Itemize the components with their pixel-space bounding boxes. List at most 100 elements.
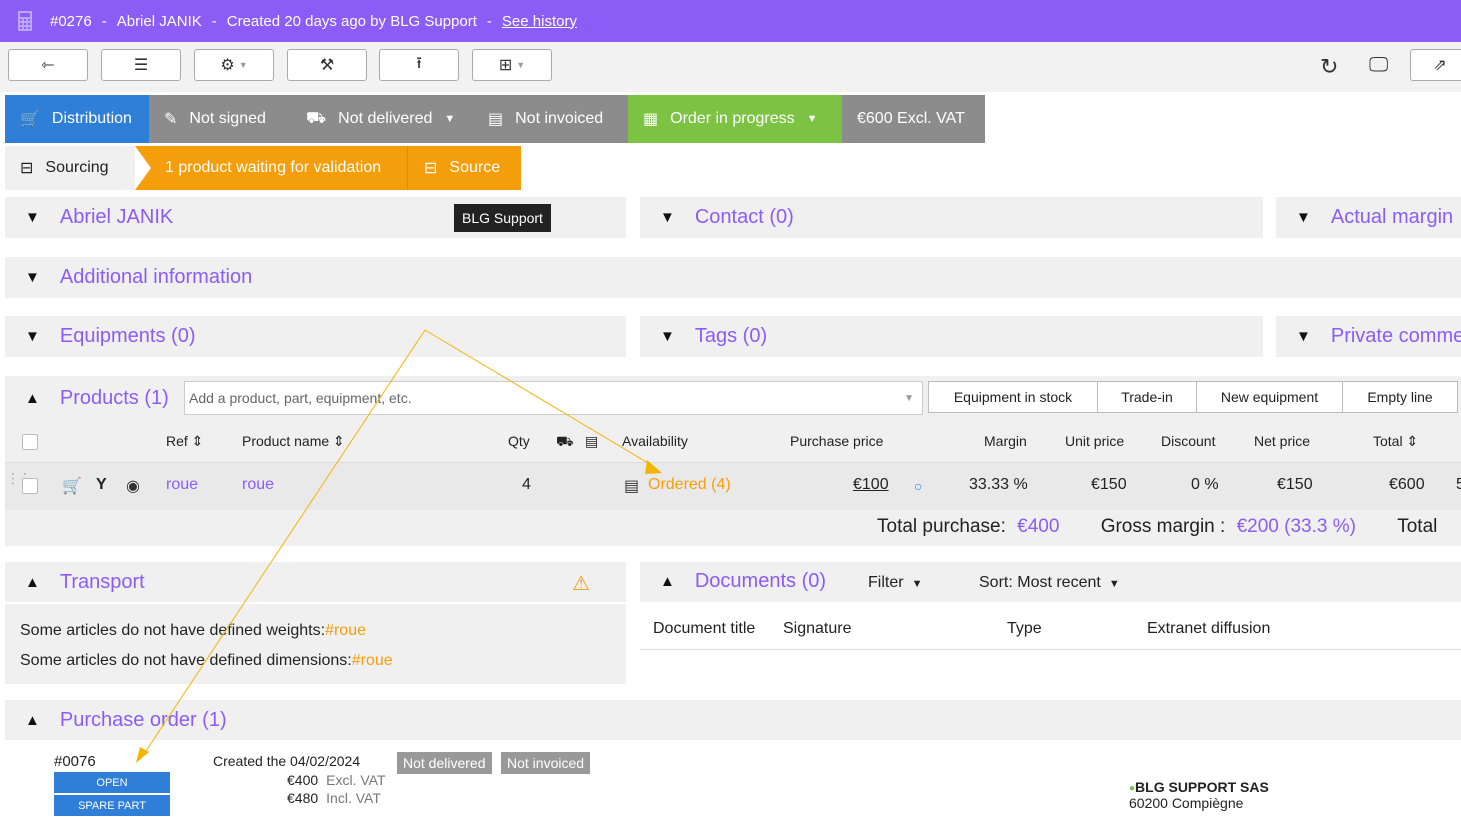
private-comments-header[interactable]: ▼ Private comme: [1276, 316, 1461, 357]
documents-sort[interactable]: Sort: Most recent ▼: [979, 574, 1120, 592]
table-row: [5, 462, 1461, 510]
product-search-input[interactable]: Add a product, part, equipment, etc. ▼: [184, 381, 923, 415]
purchase-order-header[interactable]: ▲ Purchase order (1): [5, 700, 227, 740]
col-total[interactable]: Total ⇕: [1373, 433, 1418, 450]
cart-icon: 🛒: [20, 111, 40, 128]
purchase-order-created: Created the 04/02/2024: [213, 753, 361, 769]
col-unit-price: Unit price: [1065, 433, 1125, 449]
back-button[interactable]: ⇽: [8, 49, 88, 81]
arrowhead-purchase-order: [136, 747, 149, 763]
row-trailing-value: 5: [1456, 476, 1461, 493]
settings-menu-button[interactable]: ⚙ ▼: [194, 49, 274, 81]
transport-body: [5, 604, 626, 684]
contact-panel-header[interactable]: ▼ Contact (0): [640, 197, 794, 238]
invoice-icon: ▤: [488, 111, 504, 128]
margin-panel-header[interactable]: ▼ Actual margin: [1276, 197, 1461, 238]
delivery-column-icon: ⛟: [556, 433, 574, 449]
products-panel-header[interactable]: ▲ Products (1): [5, 378, 169, 418]
delivery-status[interactable]: ⛟ Not delivered ▼: [291, 95, 473, 143]
upload-icon: ⭱: [416, 54, 422, 72]
package-icon: ⊟: [424, 160, 438, 177]
calculator-icon: [16, 10, 34, 32]
order-status[interactable]: ▦ Order in progress ▼: [628, 95, 842, 143]
col-purchase-price: Purchase price: [790, 433, 884, 449]
collapse-triangle-icon: ▼: [660, 328, 675, 345]
waiting-validation-banner[interactable]: 1 product waiting for validation: [135, 146, 407, 190]
row-unit-price: €150: [1091, 476, 1127, 493]
chevron-down-icon: ▼: [911, 578, 923, 590]
trade-in-button[interactable]: Trade-in: [1097, 381, 1197, 413]
fork-icon[interactable]: Y: [96, 476, 107, 494]
col-discount: Discount: [1161, 433, 1216, 449]
tags-panel-header[interactable]: ▼ Tags (0): [640, 316, 767, 357]
row-total: €600: [1389, 476, 1425, 493]
chevron-down-icon: ▼: [516, 60, 526, 70]
client-panel-header[interactable]: ▼ Abriel JANIK: [5, 197, 173, 238]
not-delivered-badge: Not delivered: [397, 752, 492, 774]
col-signature: Signature: [783, 620, 852, 637]
row-availability[interactable]: Ordered (4): [648, 476, 731, 494]
roue-link[interactable]: #roue: [325, 622, 366, 639]
transport-panel-header[interactable]: ▲ Transport: [5, 562, 145, 602]
client-tooltip: BLG Support: [454, 204, 551, 232]
select-all-checkbox[interactable]: [22, 434, 38, 450]
spare-part-badge: SPARE PART: [54, 795, 170, 816]
additional-info-header[interactable]: ▼ Additional information: [5, 257, 252, 298]
row-purchase-price[interactable]: €100: [853, 476, 889, 494]
collapse-triangle-icon: ▼: [1296, 209, 1311, 226]
documents-panel-header[interactable]: ▲ Documents (0): [640, 560, 826, 602]
monitor-icon[interactable]: 🖵: [1369, 54, 1388, 77]
tools-button[interactable]: ⚒: [287, 49, 367, 81]
expand-triangle-icon: ▲: [660, 572, 675, 590]
invoice-status[interactable]: ▤ Not invoiced: [473, 95, 628, 143]
distribution-status[interactable]: 🛒 Distribution: [5, 95, 149, 143]
purchase-order-ref[interactable]: #0076: [54, 753, 96, 770]
empty-line-button[interactable]: Empty line: [1342, 381, 1458, 413]
row-discount: 0 %: [1191, 476, 1219, 493]
sourcing-bar: ⊟ Sourcing 1 product waiting for validati…: [5, 146, 521, 190]
not-invoiced-badge: Not invoiced: [501, 752, 591, 774]
row-net-price: €150: [1277, 476, 1313, 493]
purchase-circle-icon[interactable]: ○: [914, 478, 922, 494]
wrench-icon: ⚒: [319, 57, 335, 74]
status-bar: 🛒 Distribution ✎ Not signed ⛟ Not delivered…: [5, 95, 985, 143]
equipment-in-stock-button[interactable]: Equipment in stock: [928, 381, 1098, 413]
order-ref: #0276: [50, 12, 92, 30]
row-ref[interactable]: roue: [166, 476, 198, 494]
sourcing-label: ⊟ Sourcing: [5, 146, 135, 190]
new-equipment-button[interactable]: New equipment: [1196, 381, 1343, 413]
totals-row: Total purchase: €400 Gross margin : €200…: [877, 516, 1438, 537]
eye-icon[interactable]: ◉: [126, 476, 140, 496]
collapse-triangle-icon: ▼: [1296, 328, 1311, 345]
documents-table-header: [640, 604, 1461, 650]
col-qty: Qty: [508, 433, 530, 449]
see-history-link[interactable]: See history: [502, 13, 577, 30]
collapse-triangle-icon: ▼: [25, 328, 40, 345]
upload-button[interactable]: ⭱: [379, 49, 459, 81]
share-icon: ⇗: [1433, 57, 1447, 74]
invoice-column-icon: ▤: [585, 433, 599, 449]
chevron-down-icon: ▼: [238, 60, 248, 70]
col-availability: Availability: [622, 433, 688, 449]
col-ref[interactable]: Ref ⇕: [166, 433, 203, 450]
client-name: Abriel JANIK: [116, 12, 202, 30]
source-button[interactable]: ⊟ Source: [407, 146, 521, 190]
col-product-name[interactable]: Product name ⇕: [242, 433, 345, 450]
roue-link[interactable]: #roue: [352, 652, 393, 669]
title-bar: #0276 - Abriel JANIK - Created 20 days a…: [0, 0, 1461, 42]
list-button[interactable]: ☰: [101, 49, 181, 81]
documents-filter[interactable]: Filter ▼: [868, 574, 922, 592]
signature-status[interactable]: ✎ Not signed: [149, 95, 291, 143]
supplier-block: ●BLG SUPPORT SAS 60200 Compiègne: [1129, 779, 1269, 811]
equipments-panel-header[interactable]: ▼ Equipments (0): [5, 316, 195, 357]
row-checkbox[interactable]: [22, 478, 38, 494]
split-menu-button[interactable]: ⊞ ▼: [472, 49, 552, 81]
refresh-icon[interactable]: ↻: [1320, 54, 1338, 80]
amount-status: €600 Excl. VAT: [842, 95, 985, 143]
export-button[interactable]: ⇗: [1410, 49, 1461, 81]
supplier-city: 60200 Compiègne: [1129, 795, 1244, 811]
created-info: Created 20 days ago by BLG Support: [226, 12, 477, 30]
row-product-name[interactable]: roue: [242, 476, 274, 494]
cart-icon[interactable]: 🛒: [62, 476, 82, 496]
cog-document-icon: ⚙: [220, 57, 235, 74]
